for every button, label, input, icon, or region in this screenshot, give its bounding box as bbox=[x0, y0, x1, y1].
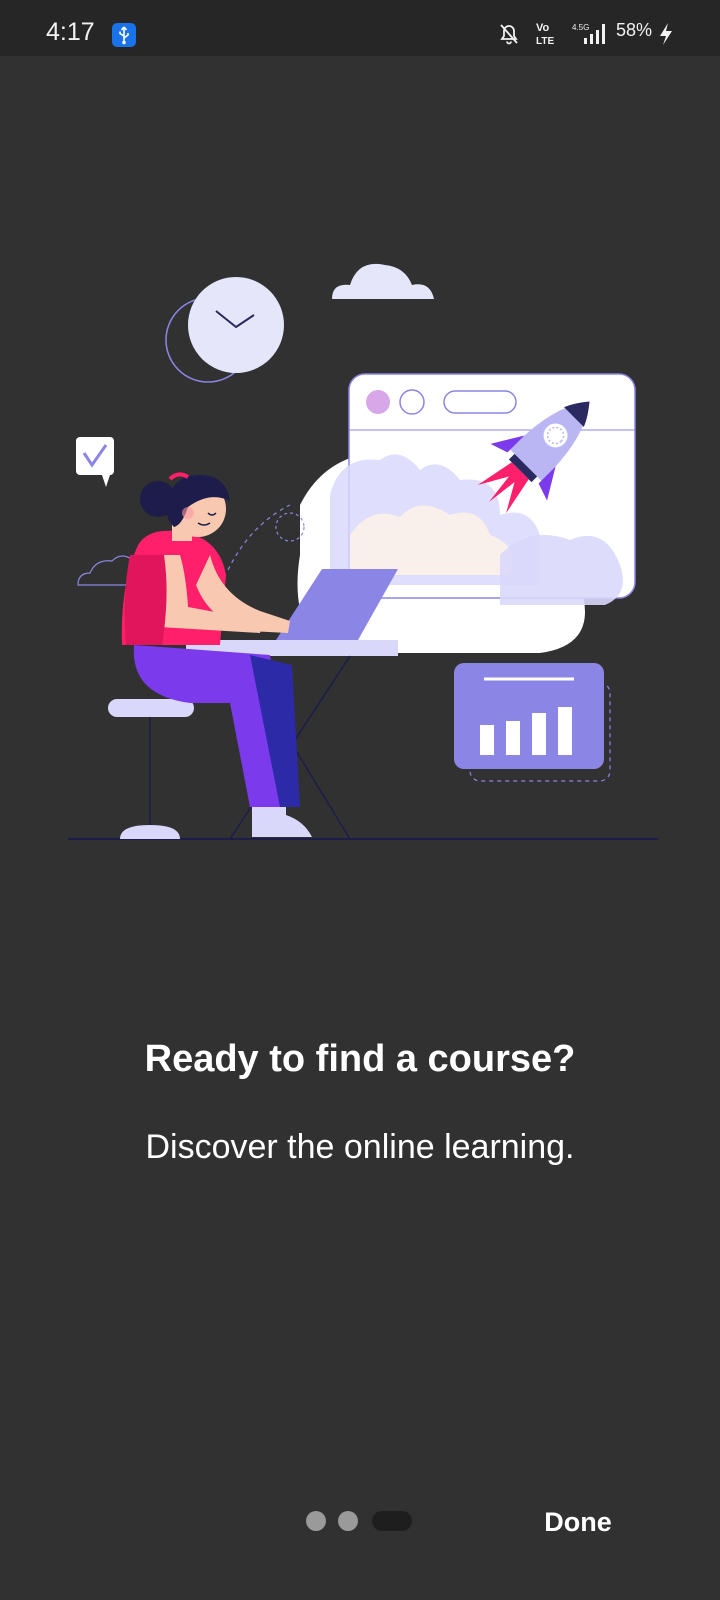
page-dot-2[interactable] bbox=[338, 1511, 358, 1531]
done-button[interactable]: Done bbox=[530, 1500, 626, 1544]
svg-text:Vo: Vo bbox=[536, 22, 550, 34]
usb-icon bbox=[112, 23, 136, 47]
charging-icon bbox=[658, 22, 674, 51]
mute-bell-icon bbox=[498, 22, 520, 51]
onboarding-subtitle: Discover the online learning. bbox=[145, 1128, 575, 1166]
onboarding-title: Ready to find a course? bbox=[144, 1038, 576, 1080]
signal-icon: 4.5G bbox=[572, 20, 612, 53]
volte-icon: Vo LTE bbox=[534, 20, 564, 53]
status-bar: 4:17 Vo LTE 4.5G 58% bbox=[0, 0, 720, 56]
battery-percentage: 58% bbox=[616, 20, 653, 40]
page-dot-1[interactable] bbox=[306, 1511, 326, 1531]
onboarding-illustration bbox=[60, 255, 660, 860]
status-time: 4:17 bbox=[46, 18, 95, 46]
svg-text:LTE: LTE bbox=[536, 36, 554, 47]
svg-text:4.5G: 4.5G bbox=[572, 23, 589, 32]
page-dot-3-active[interactable] bbox=[372, 1511, 412, 1531]
